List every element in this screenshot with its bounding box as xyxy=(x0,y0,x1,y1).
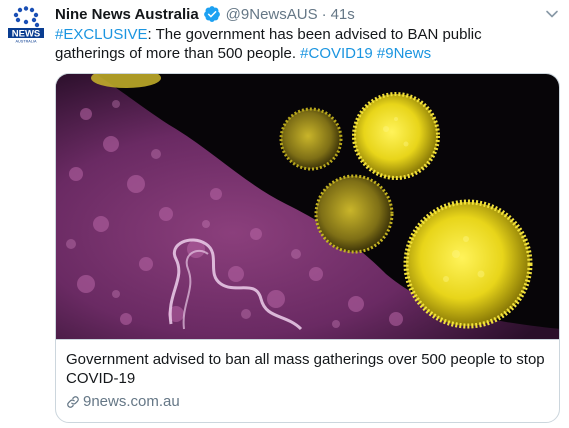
tweet-header: Nine News Australia @9NewsAUS · 41s xyxy=(55,3,529,25)
hashtag-exclusive-link[interactable]: #EXCLUSIVE xyxy=(55,26,148,43)
card-image[interactable] xyxy=(56,74,559,339)
card-domain[interactable]: 9news.com.au xyxy=(66,393,551,410)
link-icon xyxy=(66,395,80,409)
nine-news-logo-icon: NEWS AUSTRALIA xyxy=(6,4,46,44)
user-handle[interactable]: @9NewsAUS xyxy=(226,6,318,23)
avatar-australia-text: AUSTRALIA xyxy=(15,40,37,44)
chevron-down-icon[interactable] xyxy=(545,7,559,21)
card-title[interactable]: Government advised to ban all mass gathe… xyxy=(66,350,551,388)
card-domain-text: 9news.com.au xyxy=(83,393,180,410)
card-body[interactable]: Government advised to ban all mass gathe… xyxy=(56,339,559,422)
tweet-text: #EXCLUSIVE: The government has been advi… xyxy=(55,25,555,63)
link-preview-card[interactable]: Government advised to ban all mass gathe… xyxy=(55,73,560,423)
tweet: NEWS AUSTRALIA Nine News Australia @9New… xyxy=(0,0,569,428)
hashtag-9news-link[interactable]: #9News xyxy=(377,45,431,62)
display-name[interactable]: Nine News Australia xyxy=(55,6,199,23)
header-separator: · xyxy=(321,5,327,23)
hashtag-covid19-link[interactable]: #COVID19 xyxy=(300,45,373,62)
timestamp[interactable]: 41s xyxy=(331,6,355,23)
avatar-news-text: NEWS xyxy=(12,29,41,40)
verified-badge-icon xyxy=(203,5,221,23)
coronavirus-micrograph-image xyxy=(56,74,559,339)
avatar[interactable]: NEWS AUSTRALIA xyxy=(6,4,46,44)
